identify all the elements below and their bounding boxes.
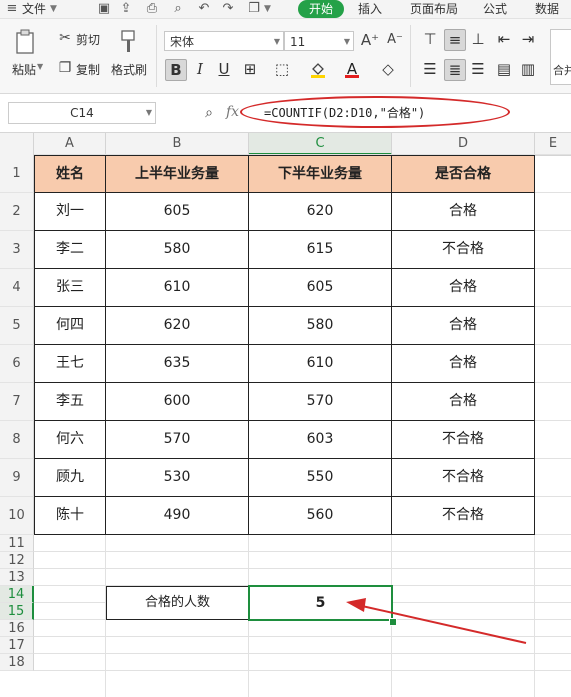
- annotation-arrow: [346, 598, 527, 644]
- arrow-shaft: [361, 605, 527, 644]
- arrow-head: [346, 598, 366, 612]
